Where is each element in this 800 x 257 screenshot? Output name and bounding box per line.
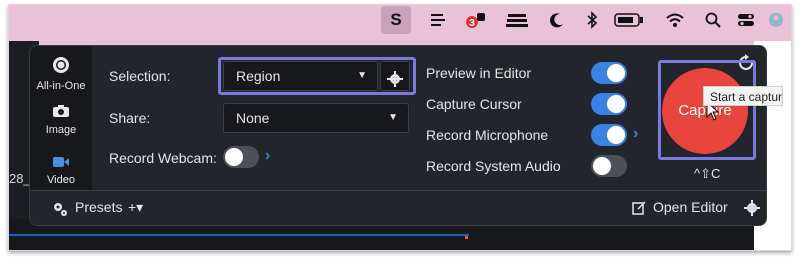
mode-label: All-in-One bbox=[36, 80, 86, 92]
capture-tooltip: Start a capture w bbox=[703, 86, 783, 106]
mode-image[interactable]: Image bbox=[30, 104, 92, 136]
record-webcam-label: Record Webcam: bbox=[109, 150, 217, 166]
capture-shortcut: ^⇧C bbox=[694, 166, 721, 181]
screenshot-frame: S 3 28_ All-in-One Image Video Selection… bbox=[8, 4, 792, 251]
all-in-one-icon bbox=[30, 56, 92, 77]
panel-footer: Presets +▾ Open Editor bbox=[30, 190, 766, 225]
menu-lines-icon[interactable] bbox=[427, 11, 449, 29]
selection-label: Selection: bbox=[109, 68, 171, 84]
svg-text:3: 3 bbox=[469, 18, 475, 29]
share-dropdown[interactable]: None ▼ bbox=[223, 103, 409, 133]
search-icon[interactable] bbox=[703, 11, 723, 29]
presets-button[interactable]: Presets bbox=[75, 199, 122, 215]
menu-bar: S 3 bbox=[9, 5, 791, 35]
mode-all-in-one[interactable]: All-in-One bbox=[30, 56, 92, 92]
chevron-right-icon[interactable]: › bbox=[633, 125, 638, 143]
wifi-icon[interactable] bbox=[663, 11, 687, 29]
control-center-icon[interactable] bbox=[735, 11, 757, 29]
battery-icon[interactable] bbox=[612, 11, 646, 29]
share-value: None bbox=[236, 110, 270, 126]
capture-cursor-label: Capture Cursor bbox=[426, 96, 522, 112]
mode-label: Image bbox=[45, 124, 77, 136]
chevron-right-icon[interactable]: › bbox=[265, 147, 270, 165]
record-system-audio-toggle[interactable] bbox=[591, 155, 627, 177]
background-marker bbox=[465, 236, 468, 239]
record-microphone-label: Record Microphone bbox=[426, 127, 549, 143]
bluetooth-icon[interactable] bbox=[582, 11, 602, 29]
record-system-audio-label: Record System Audio bbox=[426, 158, 561, 174]
preview-in-editor-label: Preview in Editor bbox=[426, 65, 532, 81]
mode-sidebar: All-in-One Image Video bbox=[30, 46, 92, 190]
share-label: Share: bbox=[109, 110, 151, 126]
settings-gear-icon[interactable] bbox=[744, 200, 760, 221]
mode-video[interactable]: Video bbox=[30, 156, 92, 186]
record-microphone-toggle[interactable] bbox=[591, 124, 627, 146]
record-webcam-toggle[interactable] bbox=[223, 146, 259, 168]
camera-icon bbox=[30, 104, 92, 121]
mode-label: Video bbox=[47, 174, 75, 186]
background-progress-line bbox=[9, 234, 469, 236]
capture-panel: All-in-One Image Video Selection: Region… bbox=[29, 45, 767, 226]
chevron-down-icon: ▼ bbox=[388, 112, 398, 123]
user-avatar-icon[interactable] bbox=[767, 11, 785, 29]
background-app-text: 28_ bbox=[9, 171, 31, 186]
selection-highlight bbox=[218, 57, 416, 95]
presets-gear-icon bbox=[52, 201, 68, 222]
moon-icon[interactable] bbox=[546, 11, 568, 29]
video-camera-icon bbox=[30, 156, 92, 171]
open-editor-icon bbox=[632, 201, 646, 220]
capture-highlight bbox=[658, 60, 756, 160]
notification-badge-icon[interactable]: 3 bbox=[464, 11, 488, 29]
capture-cursor-toggle[interactable] bbox=[591, 93, 627, 115]
preview-in-editor-toggle[interactable] bbox=[591, 62, 627, 84]
snagit-icon[interactable]: S bbox=[381, 6, 411, 34]
open-editor-button[interactable]: Open Editor bbox=[653, 199, 728, 215]
add-preset-button[interactable]: +▾ bbox=[128, 199, 143, 216]
stack-icon[interactable] bbox=[504, 11, 530, 29]
